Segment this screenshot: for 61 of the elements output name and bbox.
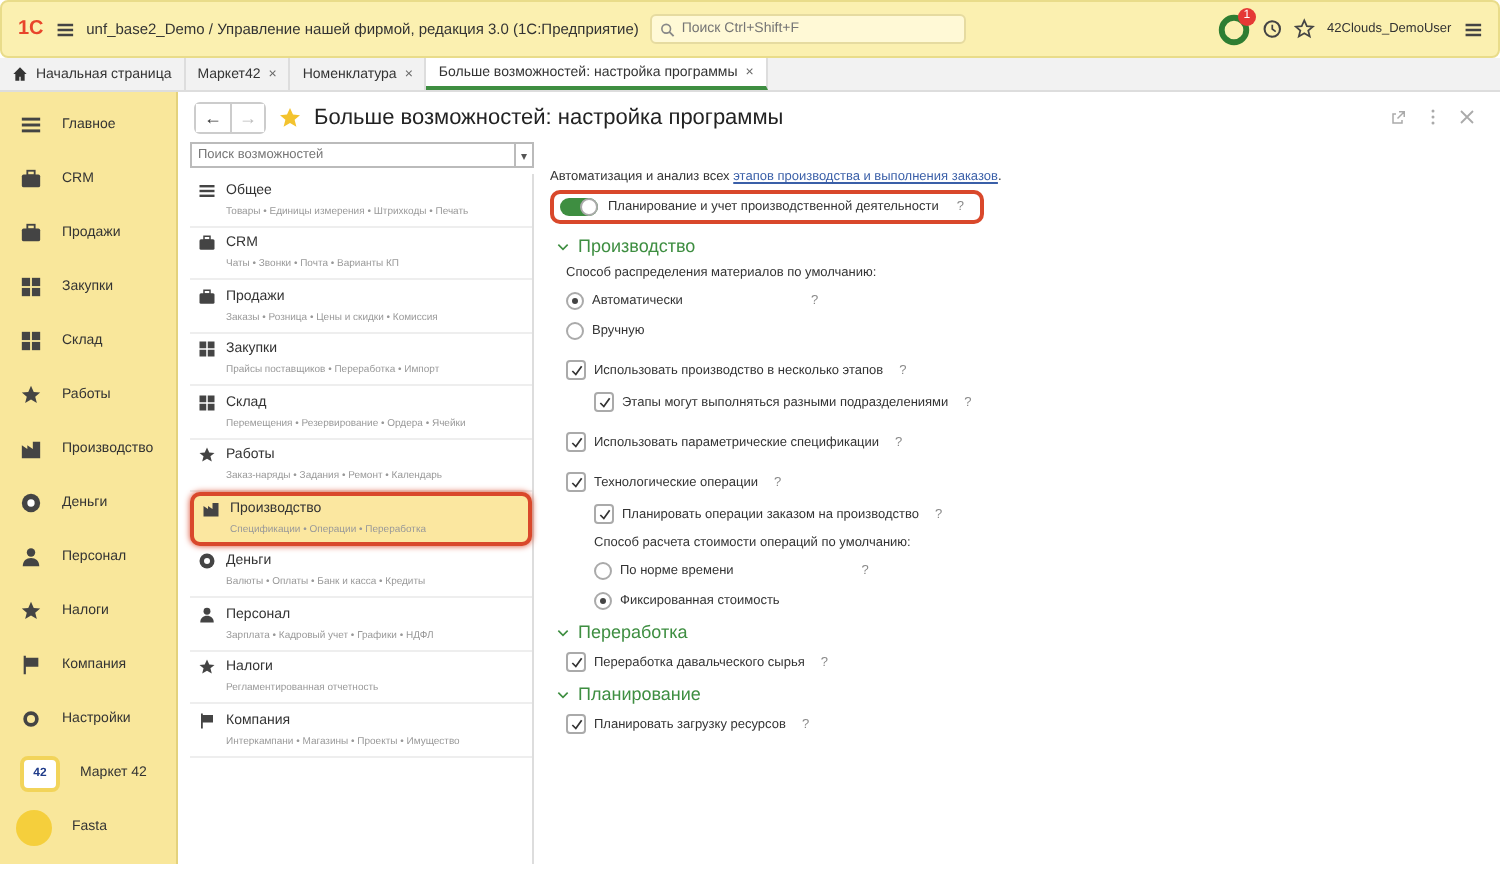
star-icon (198, 446, 216, 465)
chevron-down-icon (556, 239, 570, 253)
section-title: Планирование (578, 684, 701, 704)
search-icon (660, 21, 676, 37)
briefcase-icon (198, 234, 216, 253)
briefcase-icon (20, 222, 42, 244)
toggle-switch[interactable] (560, 198, 598, 216)
app-logo: 1С (18, 18, 44, 40)
check-icon (569, 717, 583, 731)
section-header[interactable]: Планирование (556, 684, 1500, 704)
list-icon (20, 114, 42, 136)
checkbox[interactable] (566, 432, 586, 452)
checkbox[interactable] (566, 714, 586, 734)
check-icon (597, 507, 611, 521)
radio-button[interactable] (594, 562, 612, 580)
star-icon (20, 384, 42, 406)
checkbox[interactable] (566, 360, 586, 380)
menu-icon[interactable] (55, 19, 75, 39)
form-title: Больше возможностей: настройка программы (314, 105, 786, 129)
list-icon (198, 181, 216, 200)
person-icon (20, 546, 42, 568)
checkbox[interactable] (594, 504, 614, 524)
grid-icon (198, 393, 216, 412)
radio-button[interactable] (566, 292, 584, 310)
chevron-down-icon (556, 625, 570, 639)
coin-icon (198, 552, 216, 571)
section-title: Переработка (578, 622, 688, 642)
home-icon (12, 66, 28, 82)
checkbox[interactable] (566, 472, 586, 492)
star-icon (198, 658, 216, 677)
star-icon[interactable] (1294, 18, 1316, 40)
star-icon (20, 600, 42, 622)
briefcase-icon (20, 168, 42, 190)
ring-icon[interactable] (1217, 13, 1250, 45)
section-header[interactable]: Переработка (556, 622, 1500, 642)
flag-icon (20, 654, 42, 676)
check-icon (569, 435, 583, 449)
section-title: Производство (578, 236, 696, 256)
menu-icon[interactable] (1463, 19, 1483, 39)
section-header[interactable]: Производство (556, 236, 1500, 256)
checkbox[interactable] (594, 392, 614, 412)
grid-icon (198, 340, 216, 359)
check-icon (597, 395, 611, 409)
coin-icon (20, 492, 42, 514)
factory-icon (202, 500, 220, 519)
radio-button[interactable] (594, 592, 612, 610)
briefcase-icon (198, 287, 216, 306)
star-icon[interactable] (278, 105, 302, 129)
radio-button[interactable] (566, 322, 584, 340)
grid-icon (20, 276, 42, 298)
factory-icon (20, 438, 42, 460)
check-icon (569, 475, 583, 489)
history-icon[interactable] (1261, 18, 1283, 40)
circle-icon (16, 809, 52, 845)
flag-icon (198, 711, 216, 730)
check-icon (569, 655, 583, 669)
person-icon (198, 605, 216, 624)
chevron-down-icon (556, 687, 570, 701)
grid-icon (20, 330, 42, 352)
check-icon (569, 363, 583, 377)
checkbox[interactable] (566, 652, 586, 672)
